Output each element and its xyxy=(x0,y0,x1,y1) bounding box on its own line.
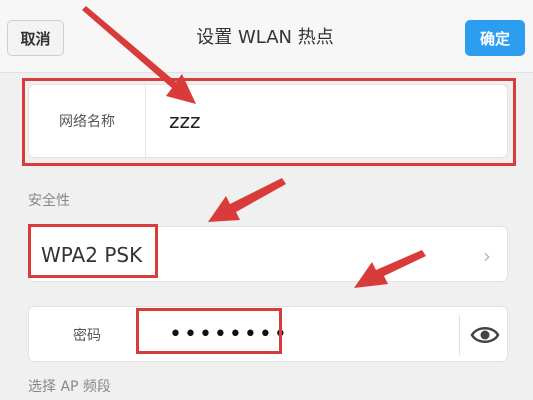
chevron-right-icon: › xyxy=(483,244,491,268)
ap-band-section-label: 选择 AP 频段 xyxy=(28,379,111,395)
security-selector[interactable]: WPA2 PSK › xyxy=(28,226,508,282)
arrow-to-security xyxy=(208,178,286,222)
eye-icon[interactable] xyxy=(469,321,501,349)
page-title: 设置 WLAN 热点 xyxy=(196,27,334,48)
header-bar: 取消 设置 WLAN 热点 确定 xyxy=(0,0,533,73)
cancel-button[interactable]: 取消 xyxy=(7,20,64,56)
network-name-input[interactable]: zzz xyxy=(169,85,201,157)
confirm-button[interactable]: 确定 xyxy=(465,20,525,56)
network-name-field[interactable]: 网络名称 zzz xyxy=(28,84,508,158)
security-section-label: 安全性 xyxy=(28,193,70,209)
password-label: 密码 xyxy=(73,328,101,344)
network-name-label: 网络名称 xyxy=(29,85,146,157)
security-value: WPA2 PSK xyxy=(41,243,143,267)
password-input[interactable]: •••••••• xyxy=(169,307,289,363)
password-divider xyxy=(459,315,460,355)
password-field[interactable]: 密码 •••••••• xyxy=(28,306,508,362)
